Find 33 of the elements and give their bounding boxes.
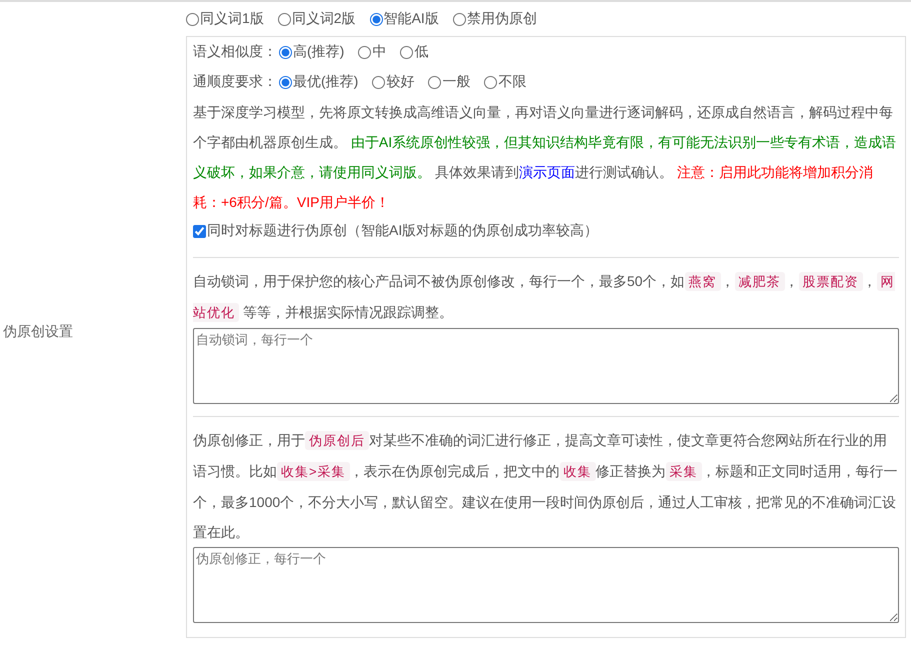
option-label[interactable]: 中 (372, 43, 386, 61)
field-label: 语义相似度： (193, 43, 277, 61)
correction-field[interactable]: 伪原创修正，每行一个 (193, 547, 899, 623)
radio-button[interactable] (358, 46, 372, 58)
radio-button[interactable] (370, 12, 383, 26)
option-label[interactable]: 禁用伪原创 (466, 10, 537, 28)
radio-button[interactable] (278, 12, 291, 26)
radio-button[interactable] (400, 46, 414, 58)
description-paragraph: 基于深度学习模型，先将原文转换成高维语义向量，再对语义向量进行逐词解码，还原成自然语言，解码过程中每个字都由机器原创生成。 由于AI系统原创性较强，但其知识结构毕竟有限，有可能无法识别一些专有术语，造成语义破坏，如果介意，请使用同义词版。 具体效果请到演示页面进行测试确认。 注意：启用此功能将增加积分消耗：+6积分/篇。VIP用户半价！ (193, 103, 898, 212)
option-label[interactable]: 智能AI版 (384, 10, 439, 28)
radio-button[interactable] (372, 76, 386, 88)
field-label: 通顺度要求： (193, 73, 277, 91)
option-label[interactable]: 同义词1版 (200, 10, 264, 28)
radio-button[interactable] (428, 76, 442, 88)
radio-button[interactable] (186, 12, 199, 26)
radio-button[interactable] (279, 76, 292, 88)
radio-button[interactable] (452, 12, 466, 26)
option-label[interactable]: 低 (414, 43, 428, 61)
section-label: 伪原创设置 (3, 323, 73, 341)
demo-link[interactable]: 演示页面 (518, 164, 575, 180)
checkbox-label[interactable]: 同时对标题进行伪原创（智能AI版对标题的伪原创成功率较高） (207, 222, 598, 240)
option-label[interactable]: 最优(推荐) (293, 73, 358, 91)
option-label[interactable]: 不限 (498, 73, 526, 91)
option-label[interactable]: 一般 (442, 73, 470, 91)
radio-button[interactable] (484, 76, 498, 88)
radio-button[interactable] (279, 46, 292, 58)
description-paragraph: 自动锁词，用于保护您的核心产品词不被伪原创修改，每行一个，最多50个，如 燕窝 ， 减肥茶 ， 股票配资 ， 网站优化 等等，并根据实际情况跟踪调整。 (193, 271, 896, 324)
checkbox[interactable] (193, 224, 206, 238)
lock-words-field[interactable]: 自动锁词，每行一个 (193, 328, 899, 404)
option-label[interactable]: 高(推荐) (293, 43, 344, 61)
option-label[interactable]: 较好 (386, 73, 414, 91)
description-paragraph: 伪原创修正，用于 伪原创后 对某些不准确的词汇进行修正，提高文章可读性，使文章更符合您网站所在行业的用语习惯。比如 收集>采集 ，表示在伪原创完成后，把文中的 收集 修正替换为 采集 ，标题和正文同时适用，每行一个，最多1000个，不分大小写，默认留空。建议在使用一段时间伪原创后，通过人工审核，把常见的不准确词汇设置在此。 (193, 430, 899, 542)
option-label[interactable]: 同义词2版 (292, 10, 356, 28)
